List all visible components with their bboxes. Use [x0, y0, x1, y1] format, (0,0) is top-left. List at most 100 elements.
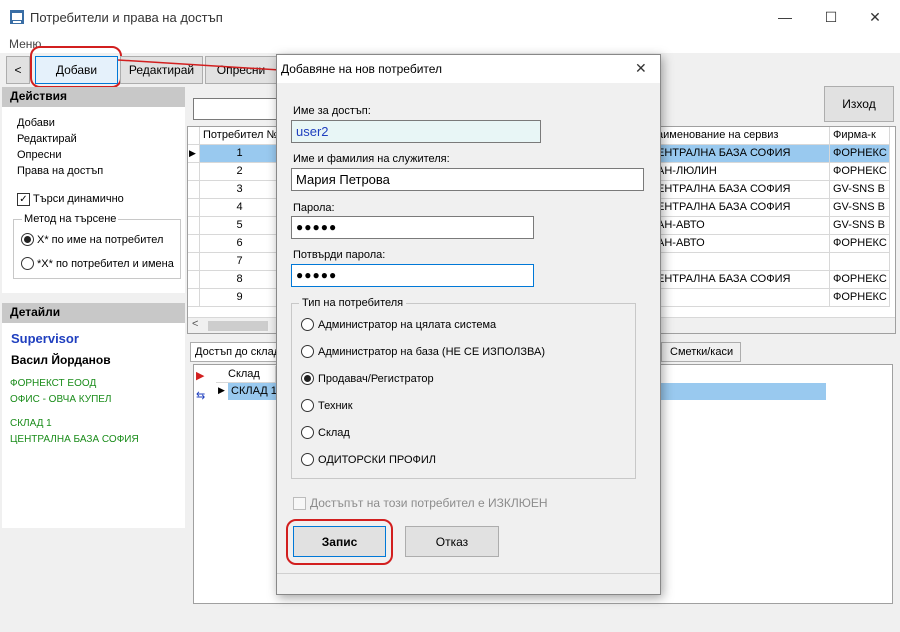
close-button[interactable]: ✕ — [852, 0, 898, 34]
minimize-icon: — — [778, 9, 792, 25]
details-warehouse: СКЛАД 1 — [10, 418, 52, 429]
username-input[interactable]: user2 — [291, 120, 541, 143]
cell-user-number: 6 — [200, 235, 280, 253]
cell-company: GV-SNS В — [830, 199, 890, 217]
details-base: ЦЕНТРАЛНА БАЗА СОФИЯ — [10, 434, 139, 445]
user-type-option[interactable]: Администратор на база (НЕ СЕ ИЗПОЛЗВА) — [301, 345, 545, 358]
maximize-icon: ☐ — [824, 8, 838, 25]
row-pointer-icon — [188, 163, 200, 181]
confirm-password-label: Потвърди парола: — [293, 249, 386, 261]
row-pointer-icon — [188, 235, 200, 253]
tab-warehouse-access[interactable]: Достъп до склад — [190, 342, 280, 362]
actions-header: Действия — [2, 87, 185, 107]
user-type-radio[interactable] — [301, 426, 314, 439]
user-type-radio[interactable] — [301, 345, 314, 358]
add-row-icon[interactable]: ▶ — [196, 369, 204, 382]
cell-company: ФОРНЕКС — [830, 163, 890, 181]
cell-user-number: 7 — [200, 253, 280, 271]
add-user-dialog: Добавяне на нов потребител ✕ Име за дост… — [276, 54, 661, 595]
details-company: ФОРНЕКСТ ЕООД — [10, 378, 97, 389]
cell-service: ЕНТРАЛНА БАЗА СОФИЯ — [654, 271, 830, 289]
username-label: Име за достъп: — [293, 105, 371, 117]
user-type-radio[interactable] — [301, 453, 314, 466]
cell-company: ФОРНЕКС — [830, 235, 890, 253]
maximize-button[interactable]: ☐ — [808, 0, 854, 34]
cell-user-number: 8 — [200, 271, 280, 289]
cell-user-number: 9 — [200, 289, 280, 307]
row-pointer-icon — [188, 181, 200, 199]
cell-service — [654, 253, 830, 271]
search-input[interactable] — [193, 98, 278, 120]
col-warehouse[interactable]: Склад — [216, 366, 276, 383]
cell-company: GV-SNS В — [830, 181, 890, 199]
cell-company: ФОРНЕКС — [830, 271, 890, 289]
row-pointer-icon — [188, 253, 200, 271]
row-pointer-icon — [188, 271, 200, 289]
cell-service: АН-АВТО — [654, 217, 830, 235]
row-pointer-icon — [188, 217, 200, 235]
row-pointer-icon: ▶ — [188, 145, 200, 163]
user-type-option[interactable]: Склад — [301, 426, 350, 439]
fullname-input[interactable]: Мария Петрова — [291, 168, 644, 191]
details-header: Детайли — [2, 303, 185, 323]
cell-service — [654, 289, 830, 307]
tab-accounts[interactable]: Сметки/каси — [661, 342, 741, 362]
fullname-label: Име и фамилия на служителя: — [293, 153, 450, 165]
user-type-radio[interactable] — [301, 399, 314, 412]
method-1-radio[interactable] — [21, 233, 34, 246]
dynamic-search-label: Търси динамично — [33, 193, 124, 205]
remove-row-icon[interactable]: ⇆ — [196, 389, 205, 402]
col-company[interactable]: Фирма-к — [830, 127, 890, 145]
save-button-highlight — [286, 519, 393, 565]
menu-bar — [0, 34, 900, 53]
col-user[interactable]: Потребител № — [200, 127, 280, 145]
cell-service: ЕНТРАЛНА БАЗА СОФИЯ — [654, 199, 830, 217]
disabled-label: Достъпът на този потребител е ИЗКЛЮЕН — [310, 496, 548, 510]
user-type-option[interactable]: Техник — [301, 399, 353, 412]
method-2-radio[interactable] — [21, 257, 34, 270]
password-input[interactable]: ●●●●● — [291, 216, 534, 239]
action-access-rights[interactable]: Права на достъп — [17, 165, 103, 177]
close-icon: ✕ — [869, 8, 881, 25]
cancel-button[interactable]: Отказ — [405, 526, 499, 557]
user-type-option-label: Администратор на база (НЕ СЕ ИЗПОЛЗВА) — [318, 345, 545, 358]
cell-service: АН-АВТО — [654, 235, 830, 253]
close-icon: ✕ — [635, 60, 647, 76]
disabled-checkbox[interactable] — [293, 497, 306, 510]
dialog-close-button[interactable]: ✕ — [635, 60, 647, 77]
cell-company — [830, 253, 890, 271]
method-1-label: Х* по име на потребител — [37, 234, 164, 246]
exit-button[interactable]: Изход — [824, 86, 894, 122]
row-pointer-icon — [188, 289, 200, 307]
action-add[interactable]: Добави — [17, 117, 55, 129]
search-method-group — [13, 219, 181, 279]
back-button[interactable]: < — [6, 56, 30, 84]
confirm-password-input[interactable]: ●●●●● — [291, 264, 534, 287]
cell-user-number: 2 — [200, 163, 280, 181]
user-type-label: Тип на потребителя — [299, 297, 407, 309]
user-type-radio[interactable] — [301, 372, 314, 385]
method-2-label: *Х* по потребител и имена — [37, 258, 174, 270]
password-label: Парола: — [293, 202, 335, 214]
user-type-option-label: Техник — [318, 399, 353, 412]
details-role: Supervisor — [11, 331, 79, 346]
cell-user-number: 1 — [200, 145, 280, 163]
scroll-thumb[interactable] — [208, 321, 268, 331]
col-service[interactable]: аименование на сервиз — [654, 127, 830, 145]
window-title: Потребители и права на достъп — [30, 10, 223, 25]
action-edit[interactable]: Редактирай — [17, 133, 77, 145]
dynamic-search-checkbox[interactable]: ✓ — [17, 193, 30, 206]
user-type-option[interactable]: Администратор на цялата система — [301, 318, 496, 331]
user-type-option-label: ОДИТОРСКИ ПРОФИЛ — [318, 453, 437, 466]
cell-user-number: 4 — [200, 199, 280, 217]
user-type-radio[interactable] — [301, 318, 314, 331]
row-pointer-icon: ▶ — [218, 385, 225, 395]
action-refresh[interactable]: Опресни — [17, 149, 61, 161]
callout-line — [118, 59, 280, 71]
user-type-option-label: Администратор на цялата система — [318, 318, 497, 331]
user-type-option[interactable]: Продавач/Регистратор — [301, 372, 434, 385]
user-type-option[interactable]: ОДИТОРСКИ ПРОФИЛ — [301, 453, 436, 466]
cell-company: GV-SNS В — [830, 217, 890, 235]
minimize-button[interactable]: — — [762, 0, 808, 34]
dialog-divider — [277, 573, 660, 574]
